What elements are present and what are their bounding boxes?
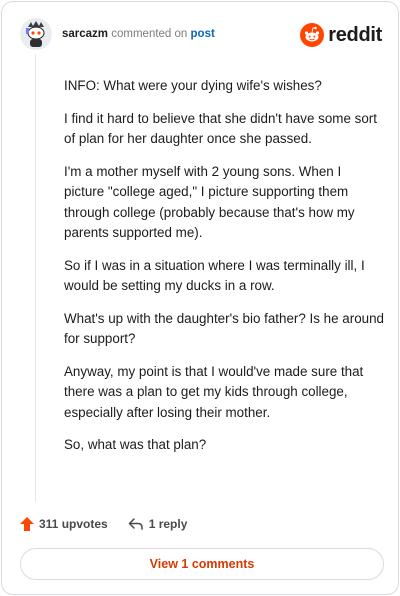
snoo-avatar-icon xyxy=(20,18,52,50)
comment-paragraph: I'm a mother myself with 2 young sons. W… xyxy=(64,163,355,241)
action-text: commented on xyxy=(111,28,188,40)
comment-paragraph: So if I was in a situation where I was t… xyxy=(64,257,365,294)
comment-header: sarcazm commented on post reddit xyxy=(20,18,384,54)
comment-actions: 311 upvotes 1 reply xyxy=(20,514,187,534)
reply-count: 1 reply xyxy=(148,517,188,531)
brand-wordmark: reddit xyxy=(328,23,382,46)
upvote-button[interactable]: 311 upvotes xyxy=(20,517,108,531)
thread-line xyxy=(35,54,36,502)
reddit-snoo-icon xyxy=(300,23,325,47)
comment-paragraph: What's up with the daughter's bio father… xyxy=(64,310,384,347)
username-link[interactable]: sarcazm xyxy=(62,28,108,40)
upvote-count: 311 upvotes xyxy=(39,517,108,531)
comment-paragraph: I find it hard to believe that she didn'… xyxy=(64,110,377,147)
reddit-logo[interactable]: reddit xyxy=(300,22,382,48)
comment-body: INFO: What were your dying wife's wishes… xyxy=(64,76,384,468)
reply-arrow-icon xyxy=(128,518,143,530)
comment-paragraph: INFO: What were your dying wife's wishes… xyxy=(64,78,322,93)
reply-button[interactable]: 1 reply xyxy=(128,517,188,531)
comment-card: sarcazm commented on post reddit INFO: W… xyxy=(1,1,399,595)
post-link[interactable]: post xyxy=(191,28,215,40)
user-avatar[interactable] xyxy=(20,18,52,50)
view-comments-button[interactable]: View 1 comments xyxy=(20,548,384,580)
comment-paragraph: Anyway, my point is that I would've made… xyxy=(64,363,364,420)
upvote-arrow-icon xyxy=(20,517,34,531)
comment-paragraph: So, what was that plan? xyxy=(64,437,207,452)
comment-meta: sarcazm commented on post xyxy=(62,28,215,40)
